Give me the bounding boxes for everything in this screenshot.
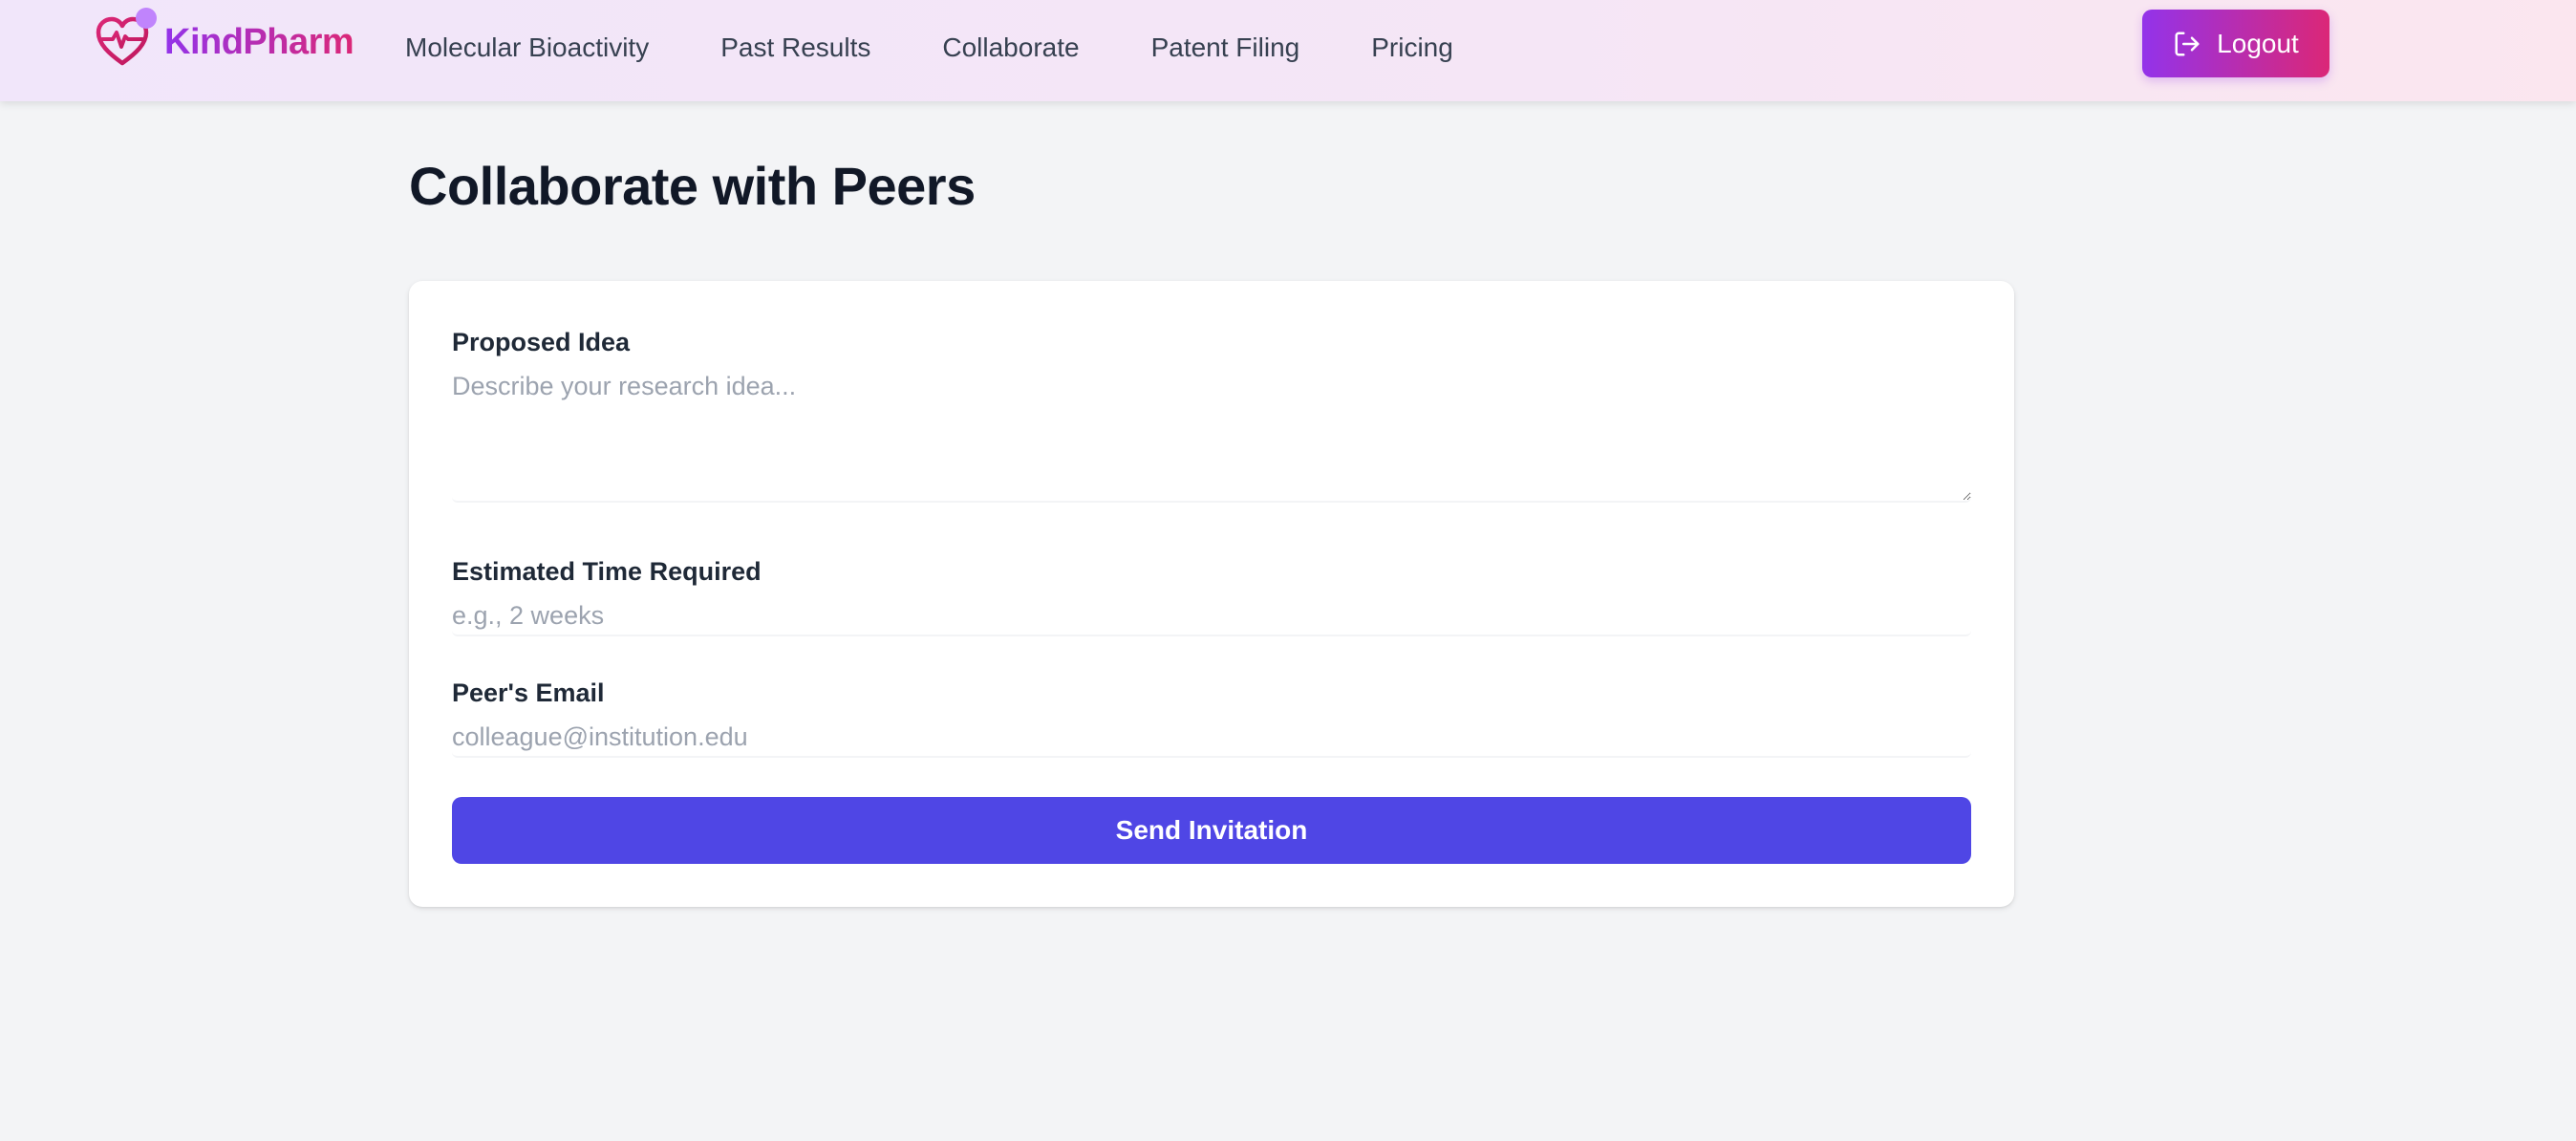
estimated-time-input[interactable]	[452, 596, 1971, 636]
top-navbar: KindPharm Molecular Bioactivity Past Res…	[0, 0, 2576, 101]
page-title: Collaborate with Peers	[409, 156, 976, 216]
nav-link-molecular-bioactivity[interactable]: Molecular Bioactivity	[405, 32, 649, 63]
collaborate-form-card: Proposed Idea Estimated Time Required Pe…	[409, 281, 2014, 907]
main-nav: Molecular Bioactivity Past Results Colla…	[405, 0, 1525, 96]
logout-button[interactable]: Logout	[2142, 10, 2329, 77]
brand-name: KindPharm	[164, 21, 354, 62]
logout-label: Logout	[2217, 28, 2299, 58]
nav-link-patent-filing[interactable]: Patent Filing	[1151, 32, 1300, 63]
proposed-idea-textarea[interactable]	[452, 369, 1971, 503]
brand-logo[interactable]: KindPharm	[94, 8, 354, 71]
peer-email-input[interactable]	[452, 718, 1971, 758]
nav-link-collaborate[interactable]: Collaborate	[942, 32, 1079, 63]
logout-icon	[2173, 30, 2201, 58]
nav-link-pricing[interactable]: Pricing	[1371, 32, 1453, 63]
send-invitation-button[interactable]: Send Invitation	[452, 797, 1971, 864]
brand-dot	[136, 8, 157, 29]
proposed-idea-label: Proposed Idea	[452, 328, 631, 356]
peer-email-label: Peer's Email	[452, 678, 605, 707]
nav-link-past-results[interactable]: Past Results	[720, 32, 870, 63]
heart-pulse-icon	[94, 8, 157, 71]
estimated-time-label: Estimated Time Required	[452, 557, 762, 586]
